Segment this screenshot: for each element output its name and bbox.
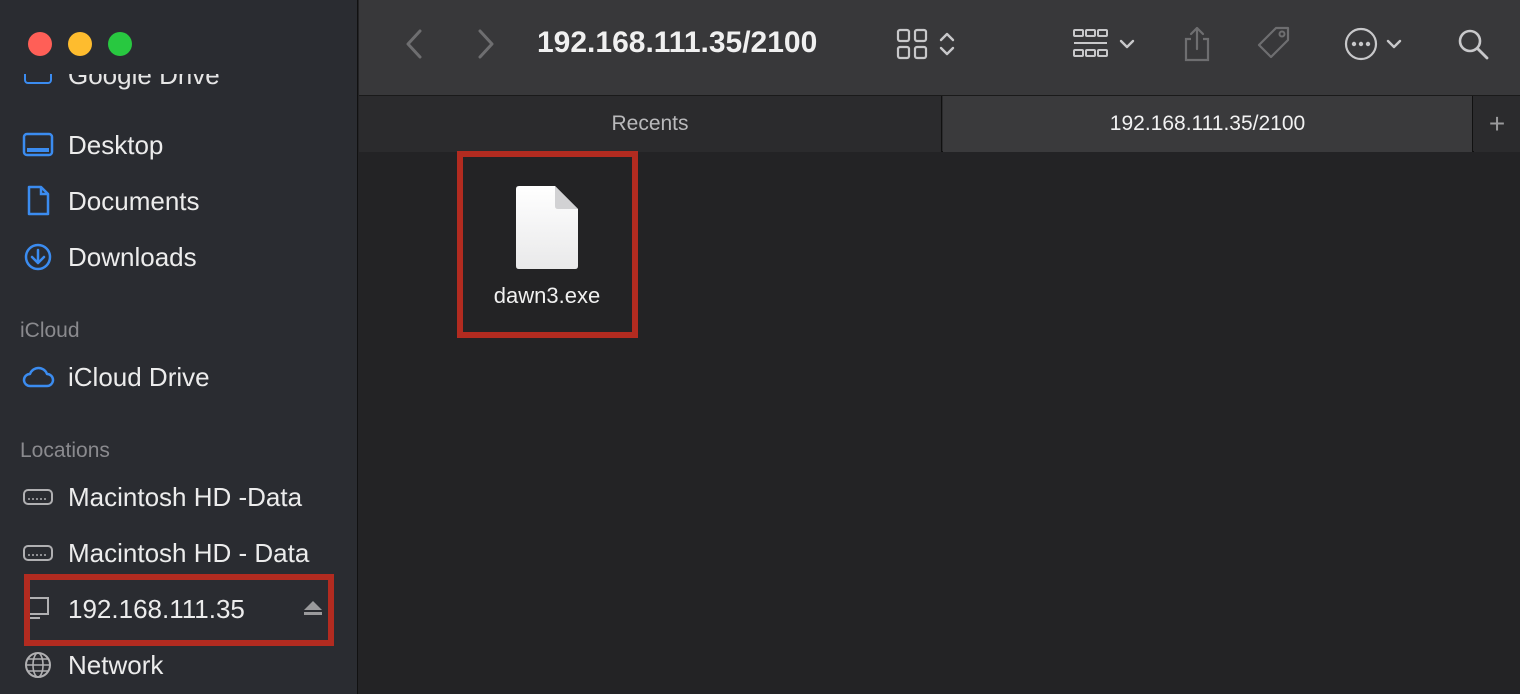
sidebar: Google Drive Desktop Documents Downloads… xyxy=(0,0,358,694)
sidebar-item-label: Macintosh HD -Data xyxy=(68,481,303,512)
drive-icon xyxy=(20,535,56,571)
drive-folder-icon xyxy=(24,74,52,84)
sidebar-section-icloud: iCloud xyxy=(20,319,80,342)
chevron-down-icon xyxy=(1386,39,1402,49)
chevron-left-icon xyxy=(406,29,422,59)
toolbar: 192.168.111.35/2100 xyxy=(359,0,1520,96)
tab-bar: Recents 192.168.111.35/2100 + xyxy=(359,96,1520,152)
window-controls xyxy=(28,32,132,56)
globe-icon xyxy=(20,647,56,683)
zoom-window-button[interactable] xyxy=(108,32,132,56)
action-menu-button[interactable] xyxy=(1337,22,1409,66)
sidebar-item-label: Macintosh HD - Data xyxy=(68,537,310,568)
forward-button[interactable] xyxy=(471,26,501,62)
share-button[interactable] xyxy=(1177,22,1217,66)
close-window-button[interactable] xyxy=(28,32,52,56)
group-button[interactable] xyxy=(1067,22,1141,66)
grid-view-icon xyxy=(896,28,928,60)
sidebar-item-icloud-drive[interactable]: iCloud Drive xyxy=(20,355,340,399)
downloads-icon xyxy=(20,239,56,275)
chevron-down-icon xyxy=(1119,39,1135,49)
view-mode-button[interactable] xyxy=(891,22,961,66)
search-button[interactable] xyxy=(1453,22,1493,66)
sidebar-item-network[interactable]: Network xyxy=(20,643,340,687)
sidebar-item-label: Desktop xyxy=(68,129,164,160)
sidebar-section-locations: Locations xyxy=(20,439,110,462)
tab-server-folder[interactable]: 192.168.111.35/2100 xyxy=(943,96,1473,152)
group-icon xyxy=(1073,29,1108,57)
sidebar-item-label: Documents xyxy=(68,185,200,216)
document-icon xyxy=(20,183,56,219)
ellipsis-circle-icon xyxy=(1344,27,1378,61)
tag-icon xyxy=(1257,26,1290,59)
sidebar-item-label: iCloud Drive xyxy=(68,361,210,392)
new-tab-button[interactable]: + xyxy=(1474,96,1520,152)
sidebar-item-desktop[interactable]: Desktop xyxy=(20,123,340,167)
sidebar-item-google-drive[interactable]: Google Drive xyxy=(20,74,340,100)
drive-icon xyxy=(20,479,56,515)
sidebar-item-label: Downloads xyxy=(68,241,197,272)
chevron-right-icon xyxy=(478,29,494,59)
sidebar-item-macintosh-hd-data-2[interactable]: Macintosh HD - Data xyxy=(20,531,340,575)
chevron-updown-icon xyxy=(939,32,955,56)
search-icon xyxy=(1458,29,1489,60)
back-button[interactable] xyxy=(399,26,429,62)
cloud-icon xyxy=(20,359,56,395)
window-title: 192.168.111.35/2100 xyxy=(537,26,818,59)
share-icon xyxy=(1184,26,1210,62)
tab-recents[interactable]: Recents xyxy=(359,96,942,152)
tag-button[interactable] xyxy=(1251,22,1297,66)
sidebar-item-documents[interactable]: Documents xyxy=(20,179,340,223)
desktop-icon xyxy=(20,127,56,163)
highlight-box-server xyxy=(24,574,334,646)
sidebar-item-macintosh-hd-data-1[interactable]: Macintosh HD -Data xyxy=(20,475,340,519)
sidebar-item-downloads[interactable]: Downloads xyxy=(20,235,340,279)
minimize-window-button[interactable] xyxy=(68,32,92,56)
file-browser-content: dawn3.exe xyxy=(359,151,1520,694)
highlight-box-file xyxy=(457,151,638,338)
sidebar-item-label: Google Drive xyxy=(68,74,220,90)
sidebar-item-label: Network xyxy=(68,649,164,680)
